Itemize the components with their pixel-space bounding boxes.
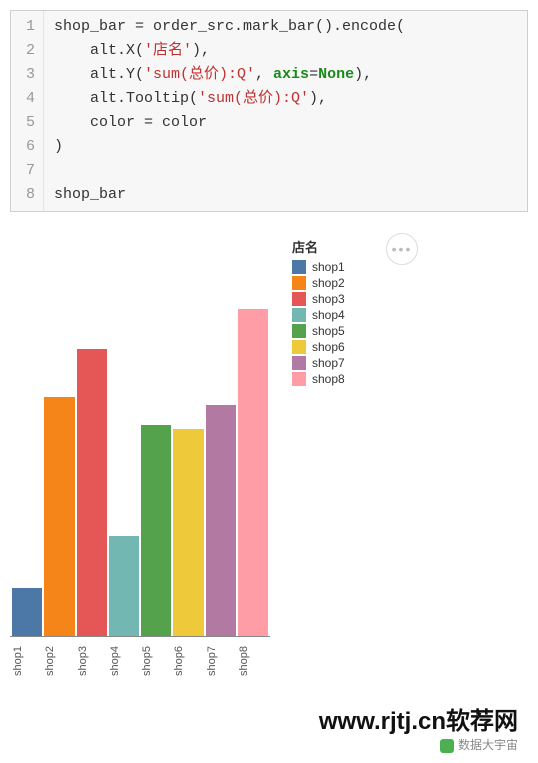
legend-label: shop7 (312, 356, 345, 370)
code-line: ) (54, 135, 517, 159)
legend-swatch (292, 372, 306, 386)
line-number: 3 (17, 63, 35, 87)
bar-shop4[interactable] (109, 536, 139, 636)
legend-swatch (292, 292, 306, 306)
legend-swatch (292, 340, 306, 354)
line-number: 2 (17, 39, 35, 63)
legend-label: shop1 (312, 260, 345, 274)
code-line: shop_bar (54, 183, 517, 207)
legend-swatch (292, 276, 306, 290)
x-label: shop1 (12, 641, 42, 681)
legend-item[interactable]: shop5 (292, 324, 345, 338)
bar-shop6[interactable] (173, 429, 203, 636)
legend-item[interactable]: shop3 (292, 292, 345, 306)
chart-menu-button[interactable]: ••• (386, 233, 418, 265)
x-label: shop4 (109, 641, 139, 681)
legend-item[interactable]: shop1 (292, 260, 345, 274)
x-axis-labels: shop1shop2shop3shop4shop5shop6shop7shop8 (10, 641, 270, 681)
x-label: shop5 (141, 641, 171, 681)
legend-item[interactable]: shop6 (292, 340, 345, 354)
legend-label: shop8 (312, 372, 345, 386)
ellipsis-icon: ••• (392, 241, 413, 257)
watermark-sub: 数据大宇宙 (10, 736, 518, 753)
code-line: alt.Y('sum(总价):Q', axis=None), (54, 63, 517, 87)
code-line: shop_bar = order_src.mark_bar().encode( (54, 15, 517, 39)
legend-swatch (292, 308, 306, 322)
x-label: shop2 (44, 641, 74, 681)
legend-item[interactable]: shop4 (292, 308, 345, 322)
legend-item[interactable]: shop2 (292, 276, 345, 290)
wechat-icon (440, 739, 454, 753)
bar-shop3[interactable] (77, 349, 107, 636)
legend-item[interactable]: shop7 (292, 356, 345, 370)
legend-title: 店名 (292, 237, 345, 256)
line-number: 8 (17, 183, 35, 207)
legend-label: shop4 (312, 308, 345, 322)
legend-label: shop2 (312, 276, 345, 290)
code-block: 12345678 shop_bar = order_src.mark_bar()… (10, 10, 528, 212)
plot-column: shop1shop2shop3shop4shop5shop6shop7shop8 (10, 237, 270, 681)
x-label: shop7 (206, 641, 236, 681)
legend-label: shop3 (312, 292, 345, 306)
legend-swatch (292, 324, 306, 338)
code-gutter: 12345678 (11, 11, 44, 211)
plot-area (10, 237, 270, 637)
line-number: 1 (17, 15, 35, 39)
bar-shop2[interactable] (44, 397, 74, 636)
line-number: 4 (17, 87, 35, 111)
watermark-main: www.rjtj.cn软荐网 (10, 701, 518, 736)
bar-shop1[interactable] (12, 588, 42, 636)
line-number: 5 (17, 111, 35, 135)
legend-item[interactable]: shop8 (292, 372, 345, 386)
watermark-sub-text: 数据大宇宙 (458, 738, 518, 752)
legend-swatch (292, 356, 306, 370)
legend-swatch (292, 260, 306, 274)
code-line: alt.X('店名'), (54, 39, 517, 63)
x-label: shop6 (173, 641, 203, 681)
code-line (54, 159, 517, 183)
legend-label: shop6 (312, 340, 345, 354)
chart-container: shop1shop2shop3shop4shop5shop6shop7shop8… (10, 237, 528, 681)
line-number: 7 (17, 159, 35, 183)
bar-shop7[interactable] (206, 405, 236, 636)
x-label: shop8 (238, 641, 268, 681)
code-line: alt.Tooltip('sum(总价):Q'), (54, 87, 517, 111)
code-line: color = color (54, 111, 517, 135)
bar-shop5[interactable] (141, 425, 171, 636)
bar-shop8[interactable] (238, 309, 268, 636)
code-body: shop_bar = order_src.mark_bar().encode( … (44, 11, 527, 211)
watermark: www.rjtj.cn软荐网 数据大宇宙 (10, 701, 528, 753)
legend: 店名 shop1 shop2 shop3 shop4 shop5 shop6 shop7 sh… (292, 237, 345, 388)
x-label: shop3 (77, 641, 107, 681)
legend-label: shop5 (312, 324, 345, 338)
line-number: 6 (17, 135, 35, 159)
